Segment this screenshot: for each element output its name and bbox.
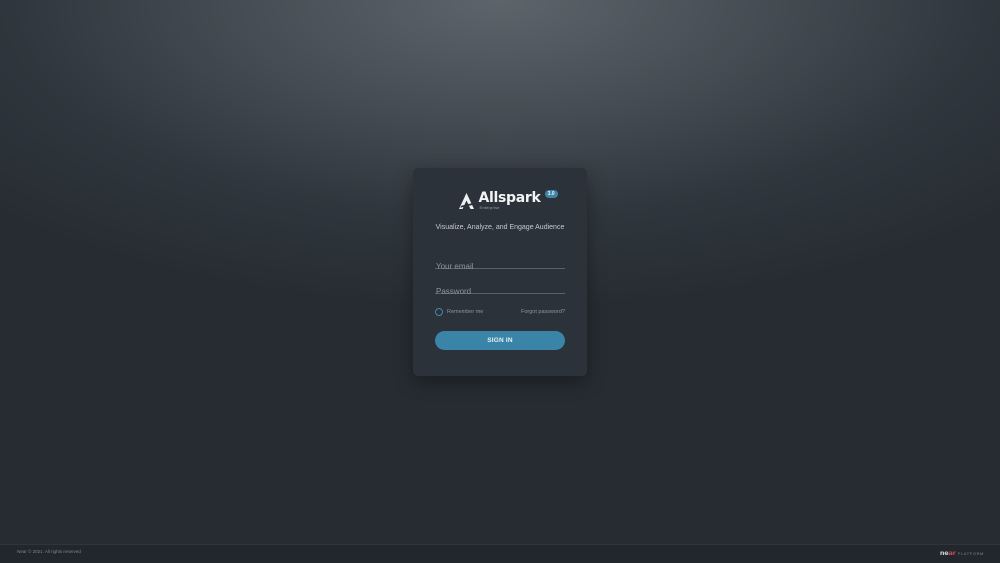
sign-in-button[interactable]: SIGN IN [435,331,565,350]
password-input[interactable] [435,285,565,298]
footer: Near © 2021. All rights reserved near PL… [0,544,1000,563]
platform-brand: near [940,549,956,557]
remember-me-toggle[interactable]: Remember me [435,307,484,316]
forgot-password-link[interactable]: Forgot password? [521,309,565,315]
brand-wordmark: Allspark Enterprise 3.0 [478,190,558,210]
remember-me-label: Remember me [447,308,484,315]
email-field-wrapper [435,256,565,273]
copyright-text: Near © 2021. All rights reserved [17,549,81,554]
email-input[interactable] [435,260,565,273]
near-platform-logo: near PLATFORM [940,549,984,557]
version-badge: 3.0 [544,190,558,198]
tagline: Visualize, Analyze, and Engage Audience [435,224,565,231]
remember-me-checkbox[interactable] [435,307,443,316]
password-field-wrapper [435,281,565,298]
platform-word: PLATFORM [957,551,984,556]
brand-logo: Allspark Enterprise 3.0 [413,190,587,215]
platform-brand-prefix: ne [939,549,949,557]
platform-brand-accent: ar [948,549,956,557]
brand-name: Allspark [478,190,541,206]
login-card: Allspark Enterprise 3.0 Visualize, Analy… [413,168,587,376]
brand-edition: Enterprise [479,205,500,210]
allspark-logo-icon [459,193,475,209]
login-options-row: Remember me Forgot password? [435,307,565,316]
